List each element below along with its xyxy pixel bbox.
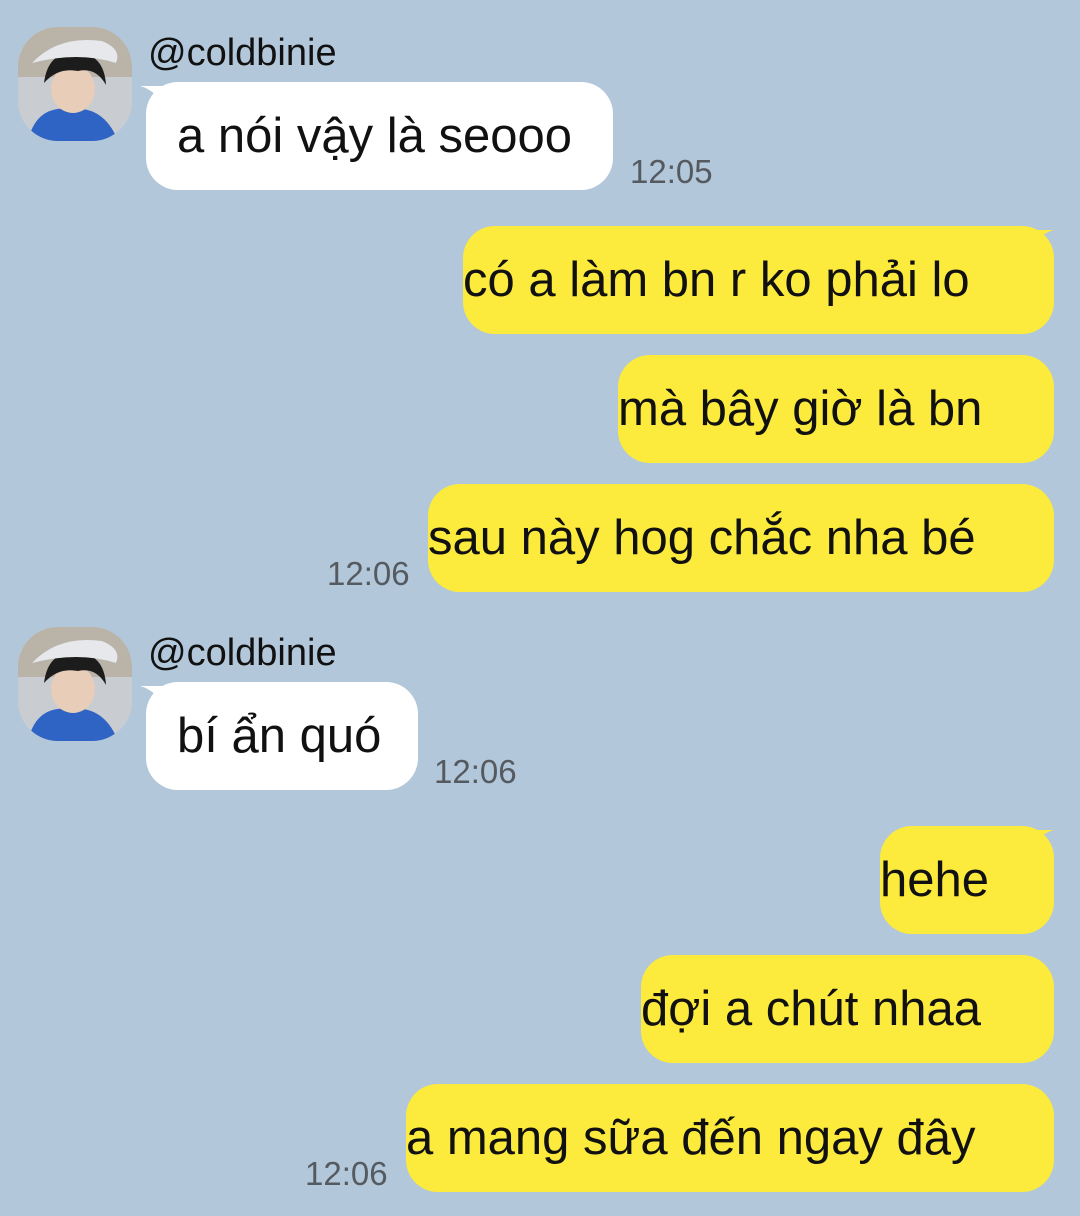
sender-name: @coldbinie [148,632,337,674]
sender-name: @coldbinie [148,32,337,74]
avatar-icon [18,27,132,141]
message-timestamp: 12:05 [630,153,713,190]
message-timestamp: 12:06 [305,1155,388,1192]
avatar-icon [18,627,132,741]
outgoing-message[interactable]: a mang sữa đến ngay đây [406,1084,1054,1192]
outgoing-message[interactable]: mà bây giờ là bn [618,355,1054,463]
message-timestamp: 12:06 [434,753,517,790]
outgoing-message[interactable]: đợi a chút nhaa [641,955,1054,1063]
avatar[interactable] [18,27,132,141]
outgoing-message[interactable]: có a làm bn r ko phải lo [463,226,1054,334]
incoming-message[interactable]: a nói vậy là seooo [146,82,613,190]
outgoing-message[interactable]: sau này hog chắc nha bé [428,484,1054,592]
message-timestamp: 12:06 [327,555,410,592]
incoming-message[interactable]: bí ẩn quó [146,682,418,790]
avatar[interactable] [18,627,132,741]
outgoing-message[interactable]: hehe [880,826,1054,934]
